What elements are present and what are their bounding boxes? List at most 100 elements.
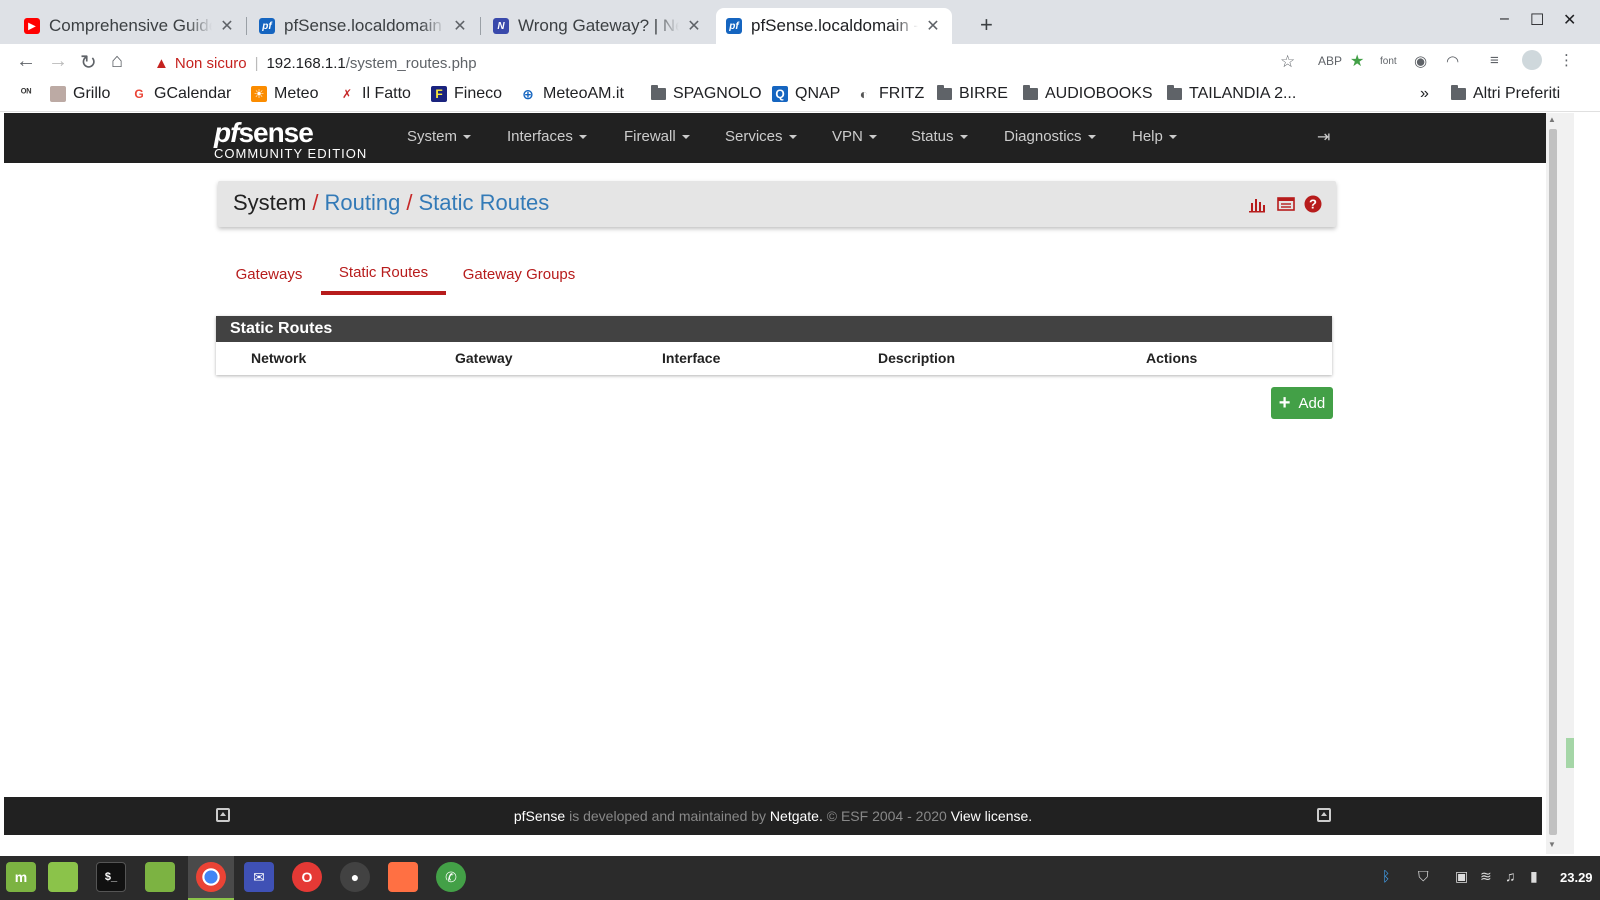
close-tab-icon[interactable]: ✕ — [451, 16, 469, 36]
close-window-button[interactable]: ✕ — [1563, 10, 1576, 30]
address-bar[interactable]: ▲ Non sicuro | 192.168.1.1/system_routes… — [144, 48, 1304, 78]
menu-diagnostics[interactable]: Diagnostics — [1004, 128, 1096, 145]
arc-extension-icon[interactable]: ◠ — [1446, 52, 1459, 70]
media-control-icon[interactable]: ≡ — [1490, 52, 1499, 69]
other-bookmarks[interactable]: Altri Preferiti — [1450, 85, 1560, 103]
bookmark-star-icon[interactable]: ☆ — [1280, 52, 1295, 72]
close-tab-icon[interactable]: ✕ — [924, 16, 942, 36]
browser-tab-title: pfSense.localdomain - S — [751, 16, 918, 35]
logout-icon[interactable]: ⇥ — [1317, 127, 1330, 147]
profile-avatar[interactable] — [1522, 50, 1542, 70]
scroll-top-icon[interactable] — [1317, 808, 1331, 822]
browser-tab-4-active[interactable]: pf pfSense.localdomain - S ✕ — [716, 8, 952, 44]
files-green-icon[interactable] — [48, 862, 78, 892]
chrome-icon[interactable] — [196, 862, 226, 892]
forward-icon[interactable]: → — [48, 50, 68, 73]
bookmark-apps[interactable]: ᴼᴺ — [18, 85, 41, 101]
music-icon[interactable]: ♫ — [1505, 868, 1516, 884]
mail-icon[interactable]: ✉ — [244, 862, 274, 892]
bookmark-meteo[interactable]: ☀ Meteo — [251, 85, 318, 103]
menu-help[interactable]: Help — [1132, 128, 1177, 145]
desktop-taskbar: m $_ ✉ O ● ✆ ᛒ ⛉ ▣ ≋ ♫ ▮ 23.29 — [0, 856, 1600, 900]
apps-icon: ᴼᴺ — [20, 87, 32, 99]
system-clock[interactable]: 23.29 — [1560, 870, 1593, 885]
update-icon[interactable]: ▣ — [1455, 868, 1468, 885]
bookmark-label: MeteoAM.it — [543, 85, 624, 102]
add-route-button[interactable]: + Add — [1271, 387, 1333, 419]
menu-vpn[interactable]: VPN — [832, 128, 877, 145]
bookmark-ilfatto[interactable]: ✗ Il Fatto — [339, 85, 411, 103]
bar-chart-icon[interactable] — [1248, 195, 1266, 213]
maximize-button[interactable]: ☐ — [1530, 10, 1544, 30]
breadcrumb-routing-link[interactable]: Routing — [324, 190, 400, 215]
footer-copyright: © ESF 2004 - 2020 — [826, 808, 947, 824]
tab-gateway-groups[interactable]: Gateway Groups — [450, 253, 588, 295]
folder-icon[interactable] — [145, 862, 175, 892]
breadcrumb-static-routes-link[interactable]: Static Routes — [418, 190, 549, 215]
tab-gateways[interactable]: Gateways — [218, 253, 320, 295]
footer-text: pfSense is developed and maintained by N… — [4, 808, 1542, 824]
bookmark-label: AUDIOBOOKS — [1045, 85, 1153, 102]
reload-icon[interactable]: ↻ — [80, 50, 97, 75]
tab-static-routes[interactable]: Static Routes — [321, 253, 446, 295]
column-header-gateway: Gateway — [455, 350, 513, 366]
menu-interfaces[interactable]: Interfaces — [507, 128, 587, 145]
bookmark-audiobooks[interactable]: AUDIOBOOKS — [1022, 85, 1153, 103]
browser-menu-icon[interactable]: ⋮ — [1559, 51, 1574, 69]
bookmark-qnap[interactable]: Q QNAP — [772, 85, 840, 103]
bookmarks-bar: ᴼᴺ Grillo G GCalendar ☀ Meteo ✗ Il Fatto FF… — [0, 82, 1600, 112]
opera-icon[interactable]: O — [292, 862, 322, 892]
bookmark-fineco[interactable]: F Fineco — [431, 85, 502, 103]
whatsapp-icon[interactable]: ✆ — [436, 862, 466, 892]
firefox-icon[interactable] — [388, 862, 418, 892]
scroll-up-arrow-icon[interactable]: ▲ — [1548, 115, 1556, 124]
bookmark-grillo[interactable]: Grillo — [50, 85, 110, 103]
back-icon[interactable]: ← — [16, 50, 36, 73]
menu-system[interactable]: System — [407, 128, 472, 145]
bookmark-gcalendar[interactable]: G GCalendar — [131, 85, 231, 103]
terminal-icon[interactable]: $_ — [96, 862, 126, 892]
browser-tab-title: pfSense.localdomain - I — [284, 16, 445, 35]
wifi-icon[interactable]: ≋ — [1480, 868, 1492, 885]
close-tab-icon[interactable]: ✕ — [218, 16, 236, 36]
footer-netgate-link[interactable]: Netgate. — [770, 808, 823, 824]
shield-icon[interactable]: ⛉ — [1418, 868, 1429, 885]
mint-menu-icon[interactable]: m — [6, 862, 36, 892]
menu-firewall[interactable]: Firewall — [624, 128, 690, 145]
log-list-icon[interactable] — [1277, 195, 1295, 213]
star-extension-icon[interactable]: ★ — [1350, 51, 1364, 71]
browser-tab-2[interactable]: pf pfSense.localdomain - I ✕ — [249, 8, 479, 44]
caret-down-icon — [681, 135, 690, 140]
qnap-icon: Q — [772, 86, 788, 102]
scrollbar-thumb[interactable] — [1549, 129, 1557, 835]
adblock-extension-icon[interactable]: ABP — [1318, 54, 1342, 68]
bookmark-birre[interactable]: BIRRE — [936, 85, 1008, 103]
menu-status[interactable]: Status — [911, 128, 968, 145]
battery-icon[interactable]: ▮ — [1530, 868, 1538, 885]
bookmarks-overflow-button[interactable]: » — [1420, 85, 1429, 103]
bookmark-fritz[interactable]: ◐ FRITZ — [856, 85, 925, 103]
minimize-button[interactable]: – — [1500, 10, 1509, 28]
bluetooth-icon[interactable]: ᛒ — [1382, 868, 1390, 884]
ghostery-extension-icon[interactable]: ◉ — [1414, 52, 1427, 70]
footer-brand-link[interactable]: pfSense — [514, 808, 565, 824]
help-question-icon[interactable]: ? — [1304, 195, 1322, 213]
pfsense-navbar: pfsense COMMUNITY EDITION System Interfa… — [4, 113, 1574, 163]
font-extension-icon[interactable]: font — [1380, 56, 1397, 67]
browser-tab-3[interactable]: N Wrong Gateway? | Net ✕ — [483, 8, 713, 44]
routing-tabs: Gateways Static Routes Gateway Groups — [218, 253, 1336, 298]
home-icon[interactable]: ⌂ — [111, 50, 123, 73]
scroll-down-arrow-icon[interactable]: ▼ — [1548, 840, 1556, 849]
webcam-icon[interactable]: ● — [340, 862, 370, 892]
pfsense-logo[interactable]: pfsense COMMUNITY EDITION — [214, 119, 367, 161]
menu-services[interactable]: Services — [725, 128, 797, 145]
new-tab-button[interactable]: + — [980, 12, 993, 38]
column-header-actions: Actions — [1146, 350, 1198, 366]
security-warning-label[interactable]: Non sicuro — [175, 55, 247, 72]
bookmark-spagnolo[interactable]: SPAGNOLO — [650, 85, 762, 103]
bookmark-meteoam[interactable]: ⊕ MeteoAM.it — [520, 85, 624, 103]
bookmark-tailandia[interactable]: TAILANDIA 2... — [1166, 85, 1296, 103]
browser-tab-1[interactable]: ▶ Comprehensive Guide t ✕ — [14, 8, 246, 44]
footer-license-link[interactable]: View license. — [951, 808, 1032, 824]
close-tab-icon[interactable]: ✕ — [685, 16, 703, 36]
